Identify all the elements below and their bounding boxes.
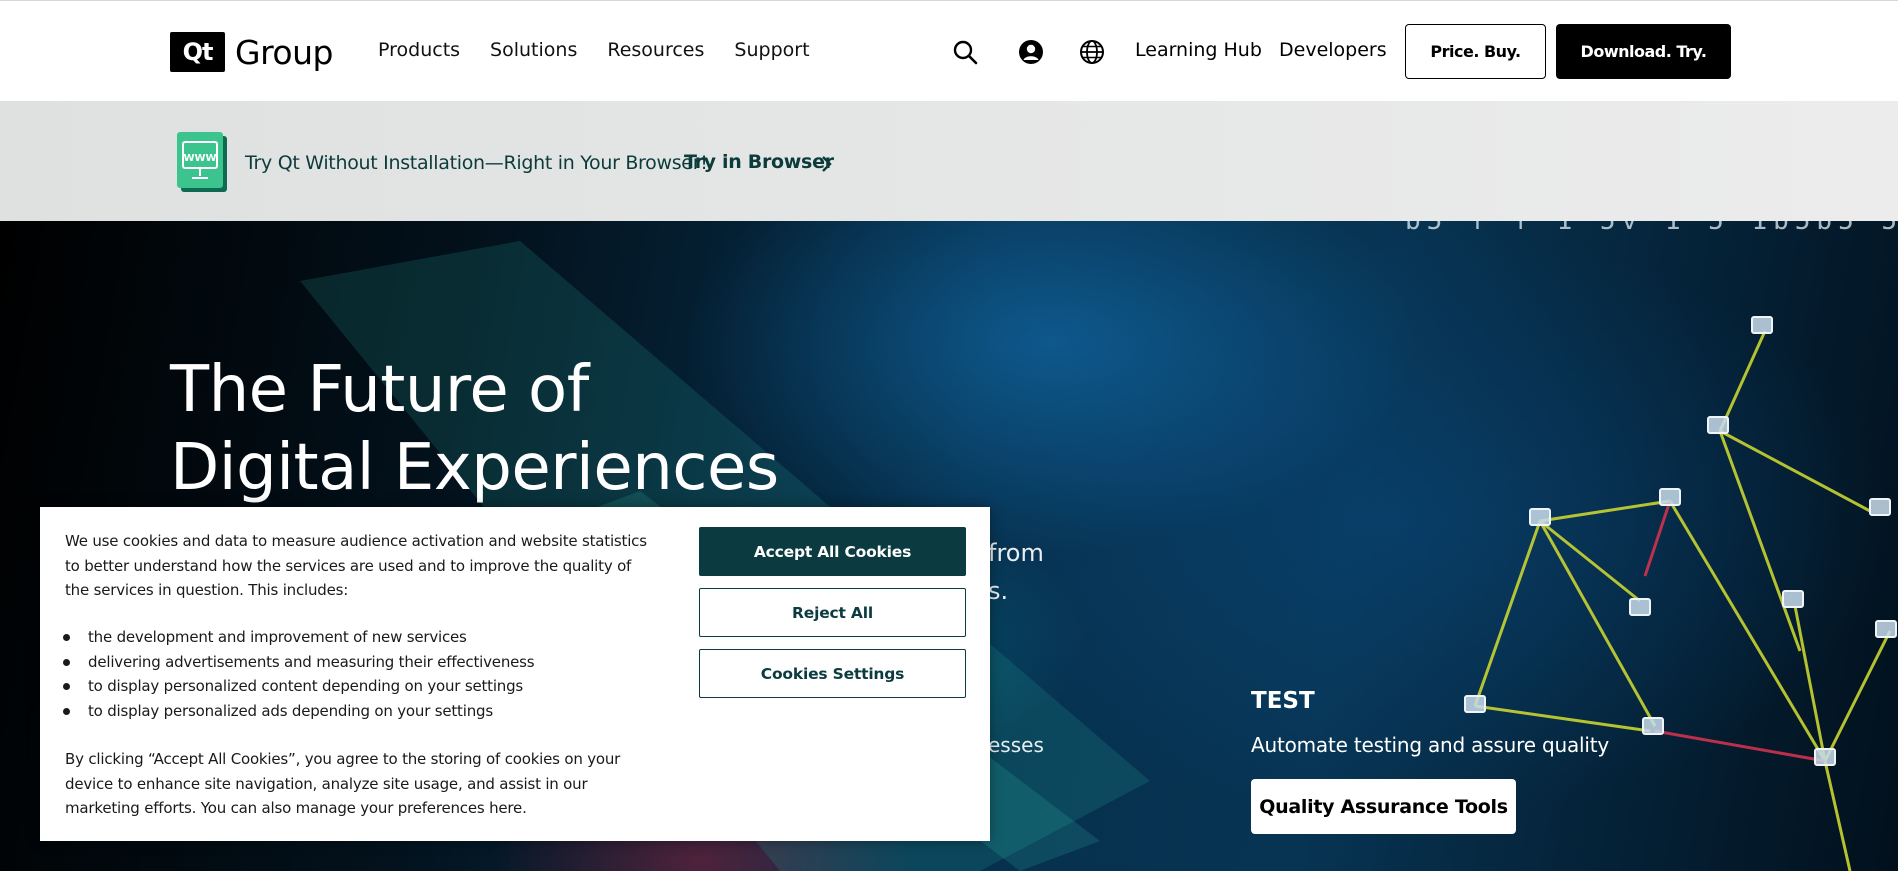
globe-icon[interactable] <box>1079 39 1105 65</box>
hero-title-line-1: The Future of <box>170 353 589 427</box>
site-header: Qt Group Products Solutions Resources Su… <box>0 0 1898 101</box>
www-browser-icon: WWW <box>177 132 227 192</box>
test-description: Automate testing and assure quality <box>1251 733 1609 757</box>
hero-title: The Future of Digital Experiences <box>170 351 779 507</box>
nav-resources[interactable]: Resources <box>607 39 704 61</box>
svg-text:b5 f f 1 5v 1 5 1b5b5 5 1h5 f: b5 f f 1 5v 1 5 1b5b5 5 1h5 f <box>1405 221 1898 236</box>
search-icon[interactable] <box>952 39 978 65</box>
hero-title-line-2: Digital Experiences <box>170 431 779 505</box>
banner-text: Try Qt Without Installation—Right in You… <box>245 152 708 174</box>
logo-mark: Qt <box>170 32 225 72</box>
list-item: to display personalized content dependin… <box>63 674 648 699</box>
chevron-right-icon[interactable] <box>820 155 834 173</box>
main-nav: Products Solutions Resources Support <box>378 39 840 61</box>
nav-solutions[interactable]: Solutions <box>490 39 577 61</box>
hero-subtitle-fragment-2: s. <box>988 577 1009 605</box>
logo-text: Group <box>235 32 333 72</box>
cookies-settings-button[interactable]: Cookies Settings <box>699 649 966 698</box>
price-buy-button[interactable]: Price. Buy. <box>1405 24 1546 79</box>
test-heading: TEST <box>1251 688 1315 714</box>
cookie-footer-text: By clicking “Accept All Cookies”, you ag… <box>65 750 621 817</box>
list-item: delivering advertisements and measuring … <box>63 650 648 675</box>
accept-all-cookies-button[interactable]: Accept All Cookies <box>699 527 966 576</box>
nav-support[interactable]: Support <box>734 39 809 61</box>
cookie-intro-text: We use cookies and data to measure audie… <box>65 532 647 599</box>
nav-products[interactable]: Products <box>378 39 460 61</box>
account-icon[interactable] <box>1018 39 1044 65</box>
list-item: to display personalized ads depending on… <box>63 699 648 724</box>
list-item: the development and improvement of new s… <box>63 625 648 650</box>
try-in-browser-link[interactable]: Try in Browser <box>684 151 834 173</box>
cookie-consent-dialog: We use cookies and data to measure audie… <box>40 507 990 841</box>
hero-column-fragment: esses <box>988 733 1044 757</box>
qt-group-logo[interactable]: Qt Group <box>170 32 333 72</box>
hero-subtitle-fragment-1: from <box>988 539 1044 567</box>
developers-link[interactable]: Developers <box>1279 39 1387 61</box>
www-icon-label: WWW <box>183 153 216 164</box>
cookie-purpose-list: the development and improvement of new s… <box>63 625 648 724</box>
quality-assurance-tools-button[interactable]: Quality Assurance Tools <box>1251 779 1516 834</box>
reject-all-button[interactable]: Reject All <box>699 588 966 637</box>
learning-hub-link[interactable]: Learning Hub <box>1135 39 1262 61</box>
download-try-button[interactable]: Download. Try. <box>1556 24 1731 79</box>
